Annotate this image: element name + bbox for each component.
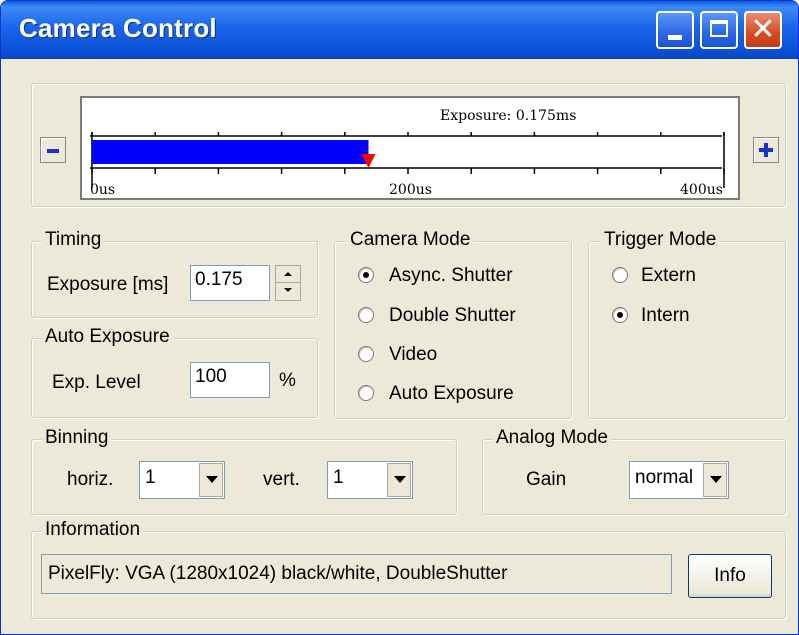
timing-group-title: Timing bbox=[42, 229, 105, 251]
exposure-spinner[interactable] bbox=[275, 265, 301, 301]
camera-mode-group-title: Camera Mode bbox=[347, 229, 474, 251]
title-bar[interactable]: Camera Control ✕ bbox=[1, 1, 798, 59]
maximize-icon bbox=[710, 20, 728, 37]
radio-video[interactable] bbox=[358, 346, 374, 362]
vert-binning-value: 1 bbox=[333, 467, 344, 488]
radio-intern[interactable] bbox=[612, 307, 628, 323]
label-video[interactable]: Video bbox=[389, 344, 437, 366]
exposure-input[interactable]: 0.175 bbox=[190, 265, 270, 301]
chevron-down-icon bbox=[206, 476, 218, 483]
label-intern[interactable]: Intern bbox=[641, 305, 690, 327]
spinner-up-button[interactable] bbox=[276, 266, 300, 283]
close-button[interactable]: ✕ bbox=[744, 11, 782, 49]
increase-exposure-button[interactable] bbox=[753, 137, 779, 163]
trigger-mode-group-title: Trigger Mode bbox=[601, 229, 720, 251]
gain-dropdown-button[interactable] bbox=[703, 463, 727, 497]
exposure-label: Exposure [ms] bbox=[47, 274, 169, 295]
horiz-dropdown-button[interactable] bbox=[199, 463, 223, 497]
vert-label: vert. bbox=[263, 469, 300, 490]
horiz-label: horiz. bbox=[67, 469, 114, 490]
gain-select[interactable]: normal bbox=[629, 461, 729, 499]
analog-mode-group-title: Analog Mode bbox=[493, 427, 611, 449]
window-title: Camera Control bbox=[19, 13, 217, 43]
vert-binning-select[interactable]: 1 bbox=[327, 461, 413, 499]
radio-selected-dot bbox=[617, 312, 623, 318]
exposure-caption: Exposure: 0.175ms bbox=[440, 108, 576, 124]
camera-control-window: Camera Control ✕ Exposure: 0.175ms 0us 2… bbox=[0, 0, 799, 635]
radio-auto-exposure[interactable] bbox=[358, 385, 374, 401]
exp-level-input[interactable]: 100 bbox=[190, 362, 270, 398]
gain-value: normal bbox=[635, 467, 694, 488]
decrease-exposure-button[interactable] bbox=[40, 137, 66, 163]
label-auto-exposure[interactable]: Auto Exposure bbox=[389, 383, 514, 405]
maximize-button[interactable] bbox=[700, 11, 738, 49]
radio-extern[interactable] bbox=[612, 267, 628, 283]
gain-label: Gain bbox=[526, 469, 567, 490]
info-button[interactable]: Info bbox=[688, 554, 772, 598]
axis-label-200us: 200us bbox=[389, 182, 432, 198]
minimize-icon bbox=[668, 35, 682, 40]
label-async-shutter[interactable]: Async. Shutter bbox=[389, 265, 513, 287]
exposure-ruler-graphic: Exposure: 0.175ms 0us 200us 400us bbox=[90, 108, 725, 198]
information-group-title: Information bbox=[42, 519, 144, 541]
minus-icon bbox=[47, 149, 59, 153]
chevron-down-icon bbox=[710, 476, 722, 483]
exposure-ruler[interactable]: Exposure: 0.175ms 0us 200us 400us bbox=[80, 96, 740, 200]
percent-unit: % bbox=[279, 370, 296, 391]
exp-level-label: Exp. Level bbox=[52, 372, 141, 393]
close-icon: ✕ bbox=[750, 13, 776, 46]
arrow-down-icon bbox=[284, 288, 292, 292]
binning-group-title: Binning bbox=[42, 427, 112, 449]
radio-async-shutter[interactable] bbox=[358, 267, 374, 283]
label-extern[interactable]: Extern bbox=[641, 265, 696, 287]
chevron-down-icon bbox=[394, 476, 406, 483]
axis-label-0us: 0us bbox=[90, 182, 115, 198]
label-double-shutter[interactable]: Double Shutter bbox=[389, 305, 516, 327]
horiz-binning-select[interactable]: 1 bbox=[139, 461, 225, 499]
vert-dropdown-button[interactable] bbox=[387, 463, 411, 497]
spinner-down-button[interactable] bbox=[276, 283, 300, 300]
auto-exposure-group-title: Auto Exposure bbox=[42, 326, 173, 348]
camera-info-text: PixelFly: VGA (1280x1024) black/white, D… bbox=[41, 554, 672, 594]
axis-label-400us: 400us bbox=[680, 182, 723, 198]
exposure-fill-bar bbox=[92, 140, 369, 164]
horiz-binning-value: 1 bbox=[145, 467, 156, 488]
radio-double-shutter[interactable] bbox=[358, 307, 374, 323]
minimize-button[interactable] bbox=[656, 11, 694, 49]
radio-selected-dot bbox=[363, 272, 369, 278]
arrow-up-icon bbox=[284, 272, 292, 276]
